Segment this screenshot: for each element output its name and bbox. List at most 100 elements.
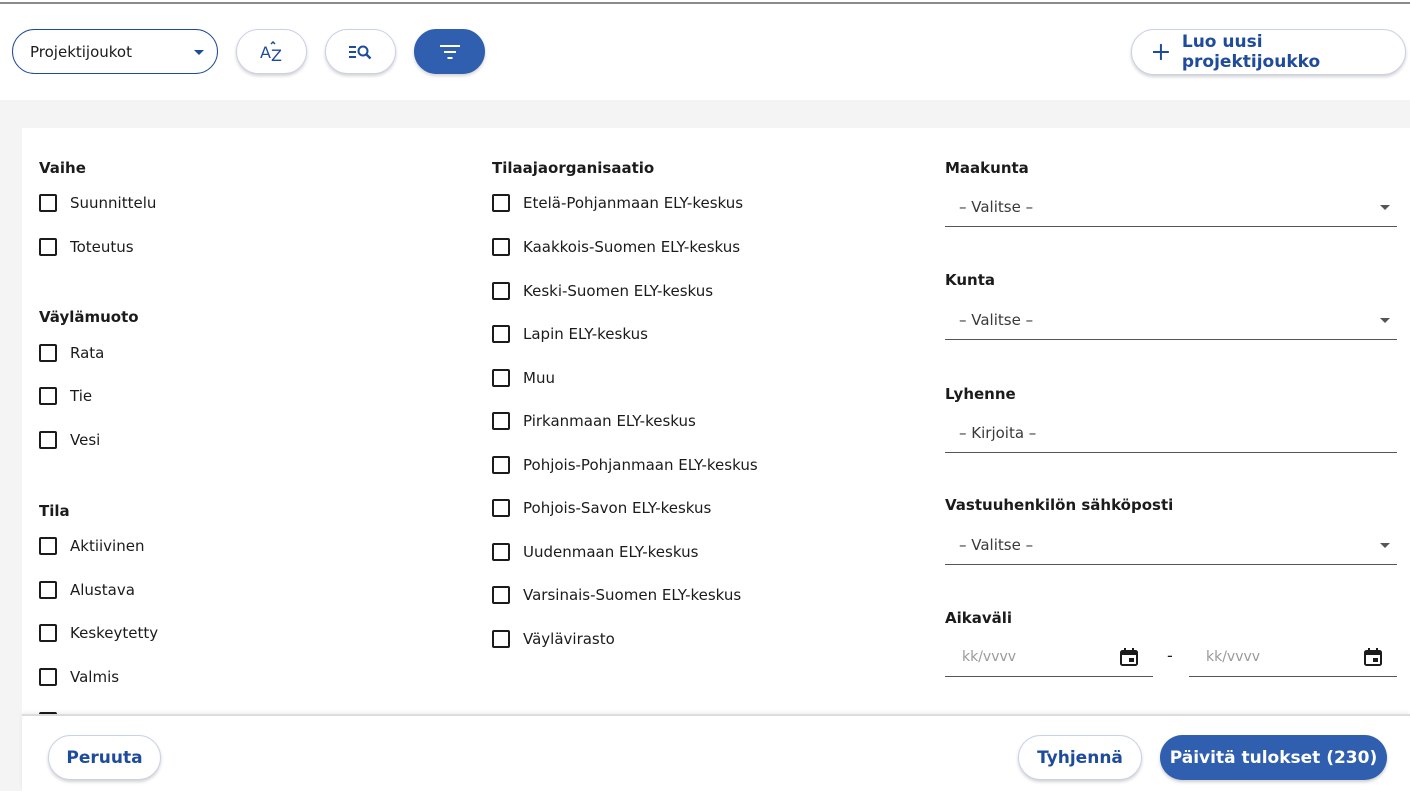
aikavali-title: Aikaväli: [945, 609, 1013, 627]
checkbox-label: Varsinais-Suomen ELY-keskus: [523, 586, 742, 604]
checkbox-label: Kaakkois-Suomen ELY-keskus: [523, 238, 741, 256]
checkbox-label: Väylävirasto: [523, 630, 615, 648]
checkbox-box[interactable]: [39, 238, 57, 256]
checkbox-label: Keski-Suomen ELY-keskus: [523, 282, 714, 300]
caret-down-icon: [1380, 543, 1390, 548]
vastuuhenkilo-value: – Valitse –: [959, 535, 1034, 554]
checkbox-label: Lapin ELY-keskus: [523, 325, 648, 343]
filter-footer: Peruuta Tyhjennä Päivitä tulokset (230): [22, 714, 1410, 791]
checkbox-suunnittelu[interactable]: Suunnittelu: [39, 192, 156, 214]
checkbox-label: Alustava: [70, 581, 135, 599]
date-range-separator: -: [1167, 646, 1173, 665]
svg-text:Z: Z: [271, 46, 282, 63]
checkbox-box[interactable]: [492, 412, 510, 430]
checkbox-toteutus[interactable]: Toteutus: [39, 236, 134, 258]
vastuuhenkilo-title: Vastuuhenkilön sähköposti: [945, 496, 1174, 514]
tilaaja-title: Tilaajaorganisaatio: [492, 159, 655, 177]
filter-panel: Vaihe Suunnittelu Toteutus Väylämuoto Ra…: [22, 128, 1410, 718]
checkbox-tilaaja[interactable]: Väylävirasto: [492, 628, 615, 650]
checkbox-tilaaja[interactable]: Pohjois-Savon ELY-keskus: [492, 497, 711, 519]
checkbox-box[interactable]: [39, 387, 57, 405]
checkbox-box[interactable]: [492, 325, 510, 343]
checkbox-label: Toteutus: [70, 238, 134, 256]
project-group-select-value: Projektijoukot: [30, 42, 132, 61]
checkbox-label: Valmis: [70, 668, 120, 686]
checkbox-alustava[interactable]: Alustava: [39, 579, 135, 601]
checkbox-label: Uudenmaan ELY-keskus: [523, 543, 699, 561]
checkbox-tilaaja[interactable]: Lapin ELY-keskus: [492, 323, 648, 345]
checkbox-label: Tie: [70, 387, 93, 405]
checkbox-box[interactable]: [39, 344, 57, 362]
update-results-button[interactable]: Päivitä tulokset (230): [1160, 735, 1387, 780]
checkbox-tilaaja[interactable]: Pirkanmaan ELY-keskus: [492, 410, 696, 432]
project-group-select[interactable]: Projektijoukot: [12, 29, 218, 74]
checkbox-box[interactable]: [492, 238, 510, 256]
create-project-group-button[interactable]: Luo uusi projektijoukko: [1131, 29, 1406, 75]
calendar-icon[interactable]: [1119, 647, 1139, 667]
checkbox-label: Vesi: [70, 431, 101, 449]
checkbox-box[interactable]: [492, 194, 510, 212]
caret-down-icon: [1380, 318, 1390, 323]
clear-button[interactable]: Tyhjennä: [1018, 735, 1142, 780]
checkbox-tilaaja[interactable]: Muu: [492, 367, 555, 389]
checkbox-box[interactable]: [492, 456, 510, 474]
date-from-placeholder: kk/vvvv: [962, 648, 1017, 665]
checkbox-tie[interactable]: Tie: [39, 385, 92, 407]
checkbox-label: Muu: [523, 369, 555, 387]
lyhenne-title: Lyhenne: [945, 385, 1016, 403]
checkbox-box[interactable]: [39, 668, 57, 686]
maakunta-title: Maakunta: [945, 159, 1029, 177]
plus-icon: [1152, 44, 1169, 60]
checkbox-valmis[interactable]: Valmis: [39, 666, 119, 688]
sort-button[interactable]: A Z: [236, 29, 307, 74]
kunta-select[interactable]: – Valitse –: [945, 300, 1397, 340]
cancel-button[interactable]: Peruuta: [48, 735, 161, 780]
checkbox-box[interactable]: [492, 586, 510, 604]
maakunta-value: – Valitse –: [959, 197, 1034, 216]
checkbox-label: Pohjois-Pohjanmaan ELY-keskus: [523, 456, 758, 474]
checkbox-tilaaja[interactable]: Kaakkois-Suomen ELY-keskus: [492, 236, 740, 258]
checkbox-tilaaja[interactable]: Keski-Suomen ELY-keskus: [492, 280, 713, 302]
checkbox-tilaaja[interactable]: Etelä-Pohjanmaan ELY-keskus: [492, 192, 743, 214]
lyhenne-input[interactable]: – Kirjoita –: [945, 413, 1397, 453]
checkbox-keskeytetty[interactable]: Keskeytetty: [39, 622, 158, 644]
panel-left-gutter: [0, 100, 22, 791]
caret-down-icon: [1380, 205, 1390, 210]
panel-top-strip: [0, 100, 1410, 128]
filter-button[interactable]: [414, 29, 485, 74]
checkbox-box[interactable]: [39, 537, 57, 555]
maakunta-select[interactable]: – Valitse –: [945, 187, 1397, 227]
search-list-button[interactable]: [325, 29, 396, 74]
date-to-placeholder: kk/vvvv: [1206, 648, 1261, 665]
checkbox-box[interactable]: [39, 194, 57, 212]
sort-az-icon: A Z: [260, 40, 282, 63]
checkbox-aktiivinen[interactable]: Aktiivinen: [39, 535, 144, 557]
checkbox-box[interactable]: [492, 543, 510, 561]
search-list-icon: [348, 45, 371, 59]
checkbox-box[interactable]: [39, 581, 57, 599]
date-to-input[interactable]: kk/vvvv: [1189, 637, 1397, 677]
checkbox-tilaaja[interactable]: Uudenmaan ELY-keskus: [492, 541, 698, 563]
checkbox-label: Suunnittelu: [70, 194, 157, 212]
checkbox-tilaaja[interactable]: Pohjois-Pohjanmaan ELY-keskus: [492, 454, 758, 476]
checkbox-box[interactable]: [492, 282, 510, 300]
checkbox-tilaaja[interactable]: Varsinais-Suomen ELY-keskus: [492, 584, 741, 606]
date-from-input[interactable]: kk/vvvv: [945, 637, 1153, 677]
lyhenne-placeholder: – Kirjoita –: [959, 423, 1037, 442]
tila-title: Tila: [39, 502, 70, 520]
calendar-icon[interactable]: [1363, 647, 1383, 667]
caret-down-icon: [194, 50, 204, 55]
vaylamuoto-title: Väylämuoto: [39, 308, 139, 326]
checkbox-label: Pohjois-Savon ELY-keskus: [523, 499, 712, 517]
checkbox-box[interactable]: [39, 431, 57, 449]
checkbox-box[interactable]: [492, 630, 510, 648]
vastuuhenkilo-select[interactable]: – Valitse –: [945, 525, 1397, 565]
kunta-title: Kunta: [945, 271, 996, 289]
create-project-group-label: Luo uusi projektijoukko: [1181, 32, 1321, 72]
checkbox-rata[interactable]: Rata: [39, 342, 104, 364]
checkbox-vesi[interactable]: Vesi: [39, 429, 100, 451]
checkbox-box[interactable]: [492, 499, 510, 517]
kunta-value: – Valitse –: [959, 310, 1034, 329]
checkbox-box[interactable]: [39, 624, 57, 642]
checkbox-box[interactable]: [492, 369, 510, 387]
